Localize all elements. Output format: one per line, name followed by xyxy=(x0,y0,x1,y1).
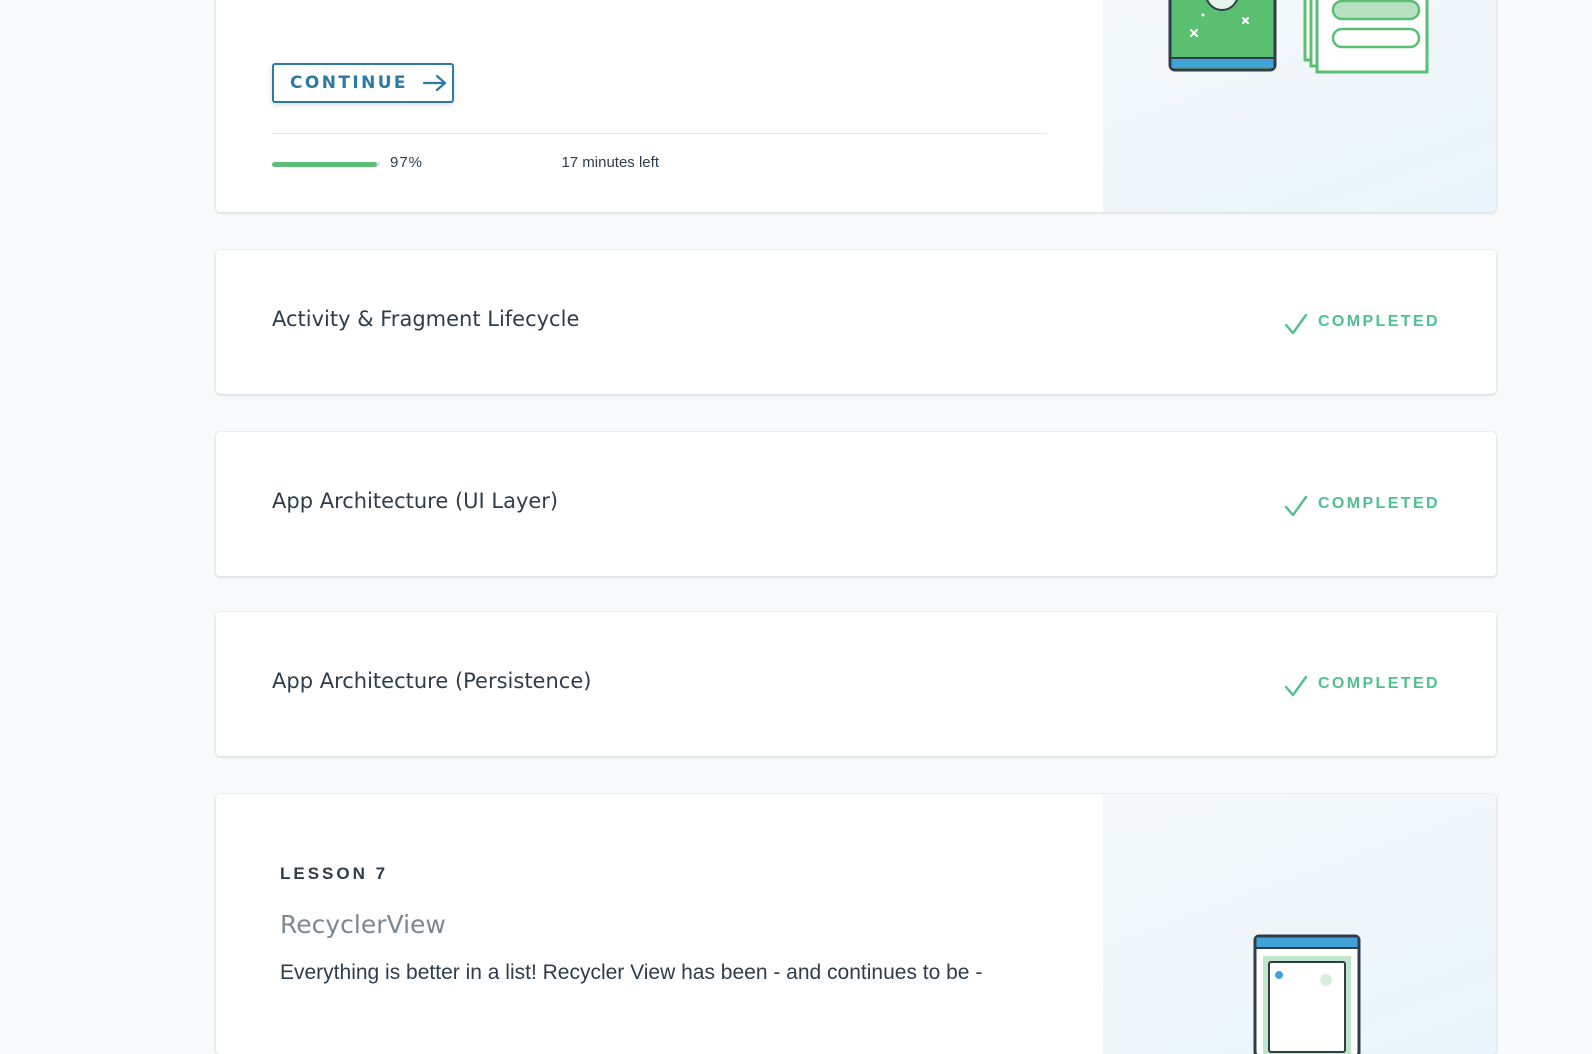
completed-status: COMPLETED xyxy=(1284,308,1440,336)
checkmark-icon xyxy=(1284,495,1308,517)
current-lesson-content: CONTINUE 97% 17 minutes left xyxy=(216,0,1103,212)
phone-and-list-illustration xyxy=(1168,0,1429,74)
arrow-right-icon xyxy=(422,74,447,92)
current-lesson-card: CONTINUE 97% 17 minutes left xyxy=(216,0,1496,212)
progress-percent: 97% xyxy=(390,154,424,171)
completed-status: COMPLETED xyxy=(1284,670,1440,698)
lesson-title[interactable]: RecyclerView xyxy=(280,910,446,939)
lesson-illustration xyxy=(1103,794,1496,1054)
time-left: 17 minutes left xyxy=(561,154,659,171)
lesson-row[interactable]: App Architecture (Persistence) COMPLETED xyxy=(216,612,1496,756)
divider xyxy=(272,133,1047,134)
lesson-number: LESSON 7 xyxy=(280,864,389,883)
checkmark-icon xyxy=(1284,675,1308,697)
lesson-description: Everything is better in a list! Recycler… xyxy=(280,961,983,984)
completed-label: COMPLETED xyxy=(1317,313,1440,330)
lesson-row[interactable]: App Architecture (UI Layer) COMPLETED xyxy=(216,432,1496,576)
continue-button-label: CONTINUE xyxy=(290,73,408,93)
checkmark-icon xyxy=(1284,313,1308,335)
lesson-title: App Architecture (Persistence) xyxy=(272,669,592,693)
completed-status: COMPLETED xyxy=(1284,490,1440,518)
progress-bar xyxy=(272,162,380,167)
completed-label: COMPLETED xyxy=(1317,675,1440,692)
next-lesson-card: LESSON 7 RecyclerView Everything is bett… xyxy=(216,794,1496,1054)
completed-label: COMPLETED xyxy=(1317,495,1440,512)
lesson-title: Activity & Fragment Lifecycle xyxy=(272,307,580,331)
lesson-title: App Architecture (UI Layer) xyxy=(272,489,559,513)
continue-button[interactable]: CONTINUE xyxy=(272,63,454,103)
lesson-illustration xyxy=(1103,0,1496,212)
lesson-row[interactable]: Activity & Fragment Lifecycle COMPLETED xyxy=(216,250,1496,394)
progress-bar-fill xyxy=(272,162,377,167)
recyclerview-illustration xyxy=(1253,934,1361,1054)
